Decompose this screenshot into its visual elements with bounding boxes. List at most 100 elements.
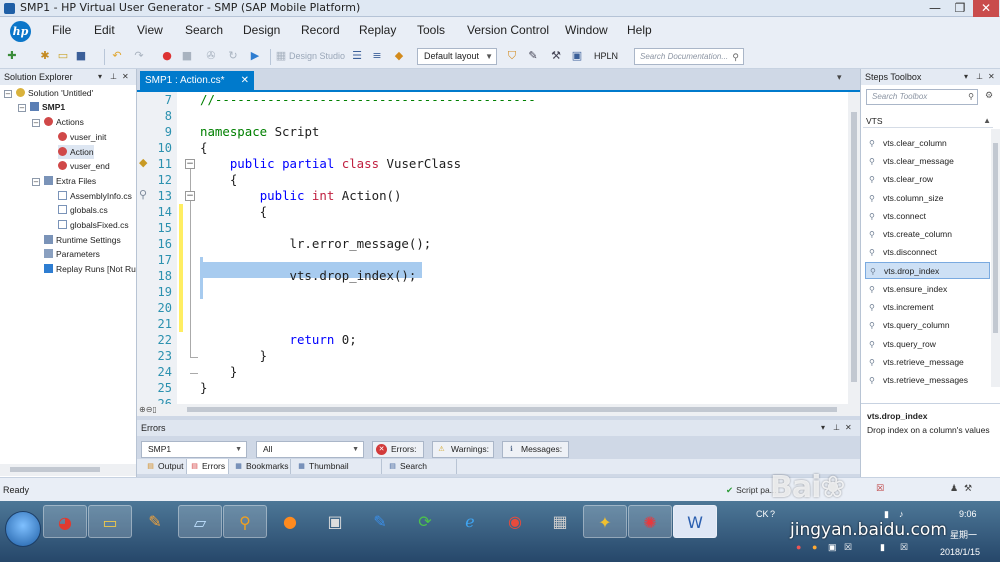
start-button[interactable] [5,511,41,547]
taskbar-app-sync[interactable]: ⟳ [403,505,447,538]
clock-weekday[interactable]: 星期一 [950,528,977,541]
menu-file[interactable]: File [52,23,71,37]
collapse-toggle[interactable]: − [4,90,12,98]
vertical-scrollbar[interactable] [848,92,860,406]
snapshot-icon[interactable]: ◆ [392,49,406,63]
tree-item-assemblyinfo[interactable]: AssemblyInfo.cs [58,189,132,203]
taskbar-app-pdf[interactable]: ◕ [43,505,87,538]
tray-app-icon[interactable]: ☒ [844,542,852,553]
taskbar-app-ie[interactable]: ℯ [448,505,492,538]
taskbar-app-python[interactable]: ✦ [583,505,627,538]
tree-item-globals[interactable]: globals.cs [58,203,108,217]
warnings-toggle-button[interactable]: ⚠ Warnings: 0 [432,441,494,469]
close-icon[interactable]: ✕ [122,69,129,85]
network-icon[interactable]: ▮ [884,509,889,520]
tree-item-vuser-end[interactable]: vuser_end [58,159,110,173]
close-icon[interactable]: ✕ [241,71,249,90]
vertical-scrollbar[interactable] [991,129,1000,387]
menu-view[interactable]: View [137,23,163,37]
tree-item-replay-runs[interactable]: Replay Runs [Not Run] [44,262,136,276]
tray-app-icon[interactable]: ● [812,542,817,552]
error-icon[interactable]: ☒ [876,484,884,494]
step-item[interactable]: ⚲ vts.disconnect [865,244,990,261]
undo-icon[interactable]: ↶ [110,49,124,63]
scrollbar-thumb[interactable] [187,407,837,412]
step-item[interactable]: ⚲ vts.retrieve_messages [865,372,990,389]
new-solution-icon[interactable]: ✱ [38,49,52,63]
menu-replay[interactable]: Replay [359,23,396,37]
code-editor[interactable]: ◆ ⚲ − − 7//-----------------------------… [137,90,860,416]
taskbar-app-chrome[interactable]: ◉ [493,505,537,538]
taskbar-app-word[interactable]: W [673,505,717,538]
step-item[interactable]: ⚲ vts.increment [865,299,990,316]
script-filter-select[interactable]: SMP1 ▼ [141,441,247,458]
close-icon[interactable]: ✕ [988,69,995,85]
horizontal-scrollbar[interactable] [137,404,860,416]
collapse-toggle[interactable]: − [32,178,40,186]
step-item-selected[interactable]: ⚲ vts.drop_index [865,262,990,279]
design-studio-icon[interactable]: ▦ [274,49,288,63]
hpln-button[interactable]: HPLN [594,51,618,61]
tree-item-action[interactable]: Action [58,145,94,159]
open-folder-icon[interactable]: ▭ [56,49,70,63]
record-icon[interactable]: ● [160,49,174,63]
tab-thumbnail-explorer[interactable]: ▦Thumbnail Explorer [294,459,382,486]
tab-action-cs[interactable]: SMP1 : Action.cs* ✕ [140,71,254,90]
design-studio-button[interactable]: Design Studio [289,51,345,61]
taskbar-app-camera[interactable]: ▣ [313,505,357,538]
taskbar-app-vugen[interactable]: ✺ [628,505,672,538]
run-icon[interactable]: ↻ [226,49,240,63]
scrollbar-thumb[interactable] [851,112,857,382]
tray-app-icon[interactable]: ☒ [900,542,908,553]
help-icon[interactable]: ? [770,509,775,519]
zoom-controls[interactable]: ⊕⊖▯ [139,405,157,414]
messages-toggle-button[interactable]: ℹ Messages: 0 [502,441,569,469]
tree-item-runtime-settings[interactable]: Runtime Settings [44,233,121,247]
step-item[interactable]: ⚲ vts.clear_message [865,153,990,170]
pin-icon[interactable]: ⊥ [110,69,117,85]
step-item[interactable]: ⚲ vts.column_size [865,190,990,207]
save-icon[interactable]: ■ [74,49,88,63]
tab-bookmarks[interactable]: ▦ Bookmarks [231,459,291,474]
close-button[interactable]: ✕ [973,0,999,17]
volume-icon[interactable]: ♪ [899,509,904,519]
layout-select[interactable]: Default layout ▼ [417,48,497,65]
tree-item-vuser-init[interactable]: vuser_init [58,130,106,144]
pen-icon[interactable]: ✎ [526,49,540,63]
collapse-toggle[interactable]: − [32,119,40,127]
fit-icon[interactable]: ▯ [152,405,156,414]
settings-icon[interactable]: ⚙ [985,91,993,101]
taskbar-app-firefox[interactable]: ● [268,505,312,538]
tab-dropdown-icon[interactable]: ▾ [837,73,842,83]
tree-item-actions[interactable]: Actions [44,115,84,129]
documentation-search-input[interactable]: Search Documentation... ⚲ [634,48,744,65]
menu-search[interactable]: Search [185,23,223,37]
steps-search-input[interactable]: Search Toolbox ⚲ [866,89,978,105]
taskbar-app-pen[interactable]: ✎ [358,505,402,538]
step-item[interactable]: ⚲ vts.clear_row [865,171,990,188]
step-item[interactable]: ⚲ vts.query_row [865,336,990,353]
close-icon[interactable]: ✕ [845,420,852,436]
menu-record[interactable]: Record [301,23,340,37]
taskbar-app-search-tool[interactable]: ⚲ [223,505,267,538]
step-item[interactable]: ⚲ vts.query_column [865,317,990,334]
panel-dropdown-icon[interactable]: ▾ [964,69,968,85]
panel-dropdown-icon[interactable]: ▾ [821,420,825,436]
script-view-icon[interactable]: ≡ [370,49,384,63]
clock-date[interactable]: 2018/1/15 [940,547,980,557]
tree-item-globalsfixed[interactable]: globalsFixed.cs [58,218,129,232]
tray-app-icon[interactable]: ▣ [828,542,837,553]
zoom-in-icon[interactable]: ⊕ [139,405,146,414]
tree-item-smp1[interactable]: SMP1 [30,100,65,114]
taskbar-app-paint[interactable]: ✎ [133,505,177,538]
compile-icon[interactable]: ✇ [204,49,218,63]
menu-design[interactable]: Design [243,23,280,37]
taskbar-app-calculator[interactable]: ▦ [538,505,582,538]
errors-toggle-button[interactable]: ✕ Errors: 0 [372,441,424,469]
scrollbar-thumb[interactable] [10,467,100,472]
horizontal-scrollbar[interactable] [0,464,136,476]
minimize-button[interactable]: — [922,0,948,17]
taskbar-app-window[interactable]: ▱ [178,505,222,538]
pin-icon[interactable]: ⊥ [976,69,983,85]
tools-icon[interactable]: ⚒ [549,49,563,63]
